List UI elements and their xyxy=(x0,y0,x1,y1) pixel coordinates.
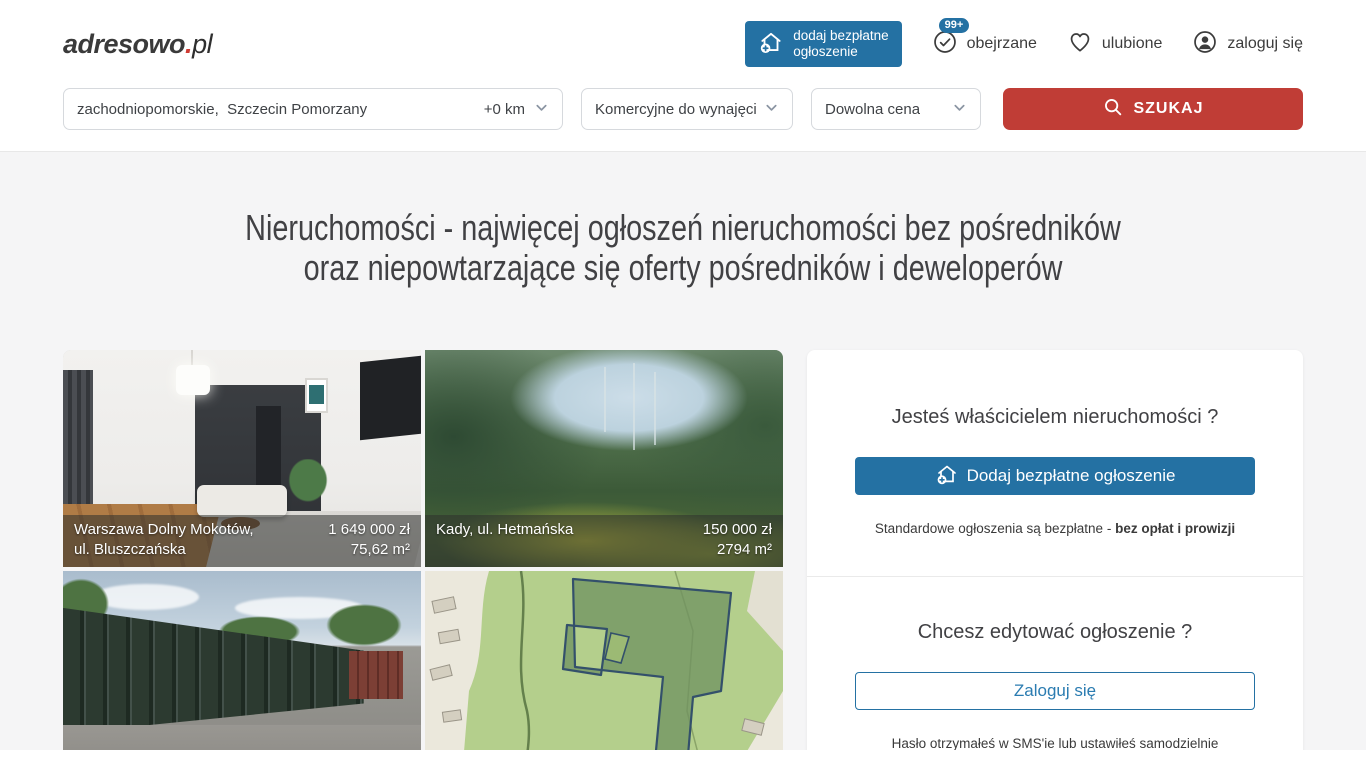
category-value: Komercyjne do wynajęcia xyxy=(595,101,756,118)
house-plus-icon xyxy=(935,462,959,491)
listing-photo-storage-containers xyxy=(63,571,421,750)
chevron-down-icon xyxy=(534,100,549,119)
listing-card[interactable]: Nowa Jastrząbka 200 000 zł xyxy=(425,571,783,750)
edit-box-note: Hasło otrzymałeś w SMS'ie lub ustawiłeś … xyxy=(855,736,1255,750)
header: adresowo.pl dodaj bezpłatne ogłoszenie 9… xyxy=(0,0,1366,88)
owner-box-title: Jesteś właścicielem nieruchomości ? xyxy=(855,406,1255,429)
add-free-listing-button[interactable]: Dodaj bezpłatne ogłoszenie xyxy=(855,457,1255,495)
listing-area: 2794 m² xyxy=(717,540,772,560)
nav-item-viewed[interactable]: 99+ obejrzane xyxy=(932,29,1037,60)
listing-location: Warszawa Dolny Mokotów, xyxy=(74,520,254,540)
add-free-listing-label: Dodaj bezpłatne ogłoszenie xyxy=(967,466,1176,486)
listing-area: 75,62 m² xyxy=(351,540,410,560)
page-title: Nieruchomości - najwięcej ogłoszeń nieru… xyxy=(0,208,1366,288)
owner-panel: Jesteś właścicielem nieruchomości ? Doda… xyxy=(807,350,1303,750)
search-button[interactable]: SZUKAJ xyxy=(1003,88,1303,130)
page-title-line-2: oraz niepowtarzające się oferty pośredni… xyxy=(137,248,1230,288)
radius-value: +0 km xyxy=(484,101,525,118)
price-value: Dowolna cena xyxy=(825,101,920,118)
listing-card[interactable]: Kady, ul. Hetmańska 150 000 zł 2794 m² xyxy=(425,350,783,567)
listing-card[interactable]: Warszawa Dolny Mokotów, 1 649 000 zł ul.… xyxy=(63,350,421,567)
viewed-label: obejrzane xyxy=(967,35,1037,53)
listing-overlay: Warszawa Dolny Mokotów, 1 649 000 zł ul.… xyxy=(63,515,421,567)
owner-box-note: Standardowe ogłoszenia są bezpłatne - be… xyxy=(855,521,1255,536)
listing-overlay: Kady, ul. Hetmańska 150 000 zł 2794 m² xyxy=(425,515,783,567)
page-title-line-1: Nieruchomości - najwięcej ogłoszeń nieru… xyxy=(137,208,1230,248)
login-label: zaloguj się xyxy=(1227,35,1303,53)
edit-box: Chcesz edytować ogłoszenie ? Zaloguj się… xyxy=(807,576,1303,750)
login-button[interactable]: Zaloguj się xyxy=(855,672,1255,710)
logo[interactable]: adresowo.pl xyxy=(63,29,212,60)
search-button-label: SZUKAJ xyxy=(1133,100,1203,118)
price-select[interactable]: Dowolna cena xyxy=(811,88,981,130)
logo-brand: adresowo xyxy=(63,29,185,59)
heart-icon xyxy=(1067,29,1093,60)
check-circle-icon xyxy=(932,29,958,60)
location-input[interactable]: zachodniopomorskie, Szczecin Pomorzany +… xyxy=(63,88,563,130)
header-nav: dodaj bezpłatne ogłoszenie 99+ obejrzane… xyxy=(745,21,1303,66)
search-bar: zachodniopomorskie, Szczecin Pomorzany +… xyxy=(0,88,1366,152)
chevron-down-icon xyxy=(764,100,779,119)
logo-tld: pl xyxy=(192,29,212,59)
viewed-count-badge: 99+ xyxy=(939,18,970,33)
add-listing-label: dodaj bezpłatne ogłoszenie xyxy=(793,28,888,59)
add-listing-button[interactable]: dodaj bezpłatne ogłoszenie xyxy=(745,21,901,66)
house-plus-icon xyxy=(758,29,784,59)
login-button-label: Zaloguj się xyxy=(1014,681,1096,701)
search-icon xyxy=(1102,96,1124,123)
listing-price: 150 000 zł xyxy=(703,520,772,540)
user-icon xyxy=(1192,29,1218,60)
location-value: zachodniopomorskie, Szczecin Pomorzany xyxy=(77,101,367,118)
radius-select[interactable]: +0 km xyxy=(484,100,549,119)
category-select[interactable]: Komercyjne do wynajęcia xyxy=(581,88,793,130)
logo-dot: . xyxy=(185,29,192,59)
favorites-label: ulubione xyxy=(1102,35,1163,53)
nav-item-favorites[interactable]: ulubione xyxy=(1067,29,1163,60)
listing-card[interactable]: Kraków Prądnik Biały, ul. 700 zł xyxy=(63,571,421,750)
nav-item-login[interactable]: zaloguj się xyxy=(1192,29,1303,60)
chevron-down-icon xyxy=(952,100,967,119)
edit-box-title: Chcesz edytować ogłoszenie ? xyxy=(855,621,1255,644)
listing-location: Kady, ul. Hetmańska xyxy=(436,520,573,540)
listing-price: 1 649 000 zł xyxy=(328,520,410,540)
main-content: Nieruchomości - najwięcej ogłoszeń nieru… xyxy=(0,152,1366,750)
owner-box: Jesteś właścicielem nieruchomości ? Doda… xyxy=(807,350,1303,576)
listing-street: ul. Bluszczańska xyxy=(74,540,186,560)
listing-photo-cadastral-map xyxy=(425,571,783,750)
listings-grid: Warszawa Dolny Mokotów, 1 649 000 zł ul.… xyxy=(63,350,783,750)
